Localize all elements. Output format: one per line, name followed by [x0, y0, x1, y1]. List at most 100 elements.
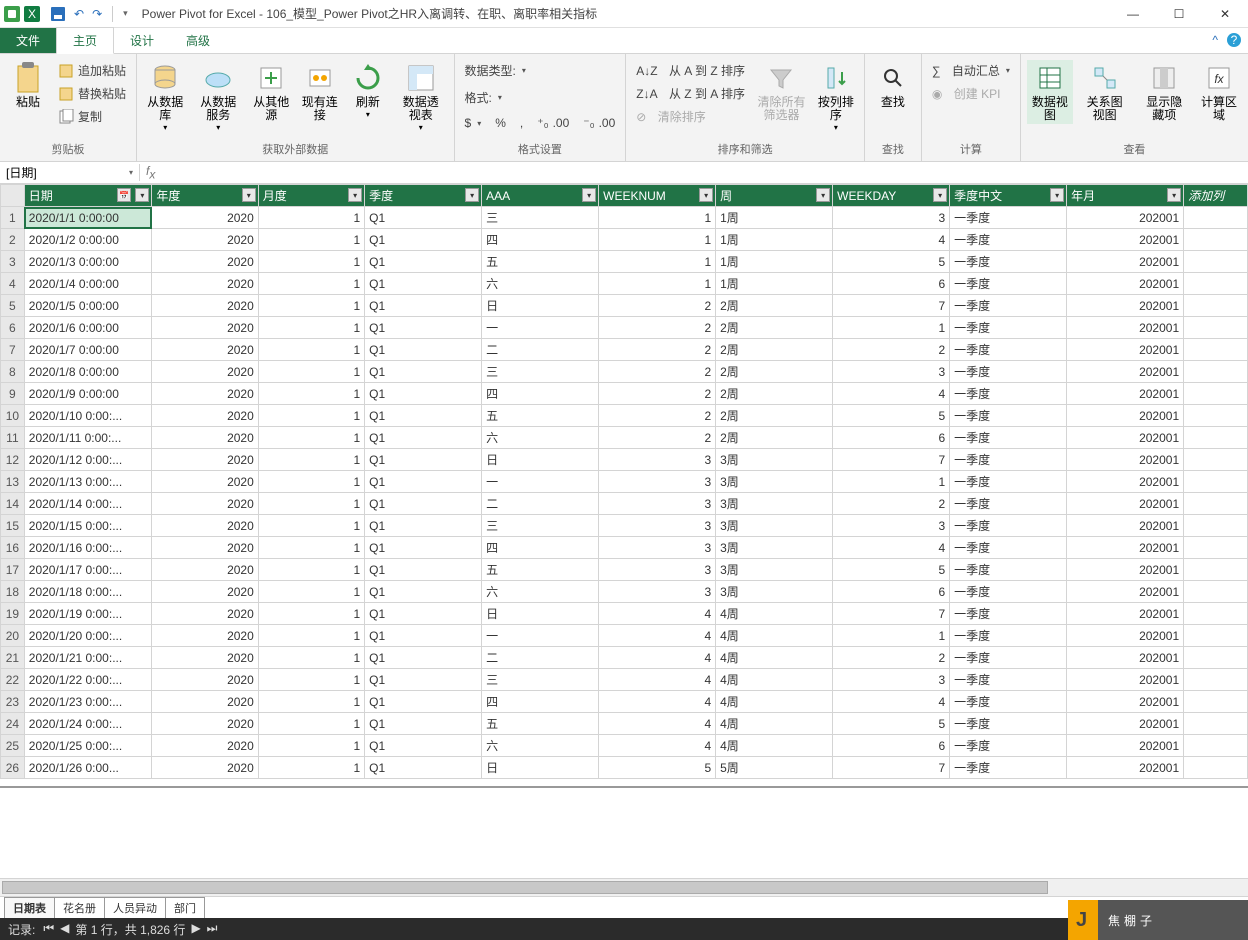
table-row[interactable]: 26 2020/1/26 0:00... 2020 1 Q1 日 5 5周 7 … — [1, 757, 1248, 779]
comma-button[interactable]: , — [516, 114, 527, 132]
row-header[interactable]: 6 — [1, 317, 25, 339]
table-row[interactable]: 8 2020/1/8 0:00:00 2020 1 Q1 三 2 2周 3 一季… — [1, 361, 1248, 383]
collapse-ribbon-icon[interactable]: ^ — [1212, 33, 1218, 47]
table-row[interactable]: 10 2020/1/10 0:00:... 2020 1 Q1 五 2 2周 5… — [1, 405, 1248, 427]
table-row[interactable]: 12 2020/1/12 0:00:... 2020 1 Q1 日 3 3周 7… — [1, 449, 1248, 471]
row-header[interactable]: 4 — [1, 273, 25, 295]
name-box[interactable]: [日期]▾ — [0, 164, 140, 181]
row-header[interactable]: 8 — [1, 361, 25, 383]
diagram-view-button[interactable]: 关系图视图 — [1077, 60, 1133, 124]
table-row[interactable]: 22 2020/1/22 0:00:... 2020 1 Q1 三 4 4周 3… — [1, 669, 1248, 691]
row-header[interactable]: 10 — [1, 405, 25, 427]
row-header[interactable]: 18 — [1, 581, 25, 603]
table-row[interactable]: 18 2020/1/18 0:00:... 2020 1 Q1 六 3 3周 6… — [1, 581, 1248, 603]
sheet-tab[interactable]: 花名册 — [54, 897, 105, 918]
undo-icon[interactable]: ↶ — [74, 7, 84, 21]
row-header[interactable]: 14 — [1, 493, 25, 515]
tab-design[interactable]: 设计 — [114, 28, 170, 53]
pivottable-button[interactable]: 数据透视表▾ — [394, 60, 448, 135]
sort-bycol-button[interactable]: 按列排序▾ — [814, 60, 858, 135]
row-header[interactable]: 12 — [1, 449, 25, 471]
column-header[interactable]: 周▾ — [716, 185, 833, 207]
sheet-tab[interactable]: 部门 — [165, 897, 205, 918]
table-row[interactable]: 14 2020/1/14 0:00:... 2020 1 Q1 二 3 3周 2… — [1, 493, 1248, 515]
select-all-corner[interactable] — [1, 185, 25, 207]
row-header[interactable]: 21 — [1, 647, 25, 669]
row-header[interactable]: 16 — [1, 537, 25, 559]
table-row[interactable]: 1 2020/1/1 0:00:00 2020 1 Q1 三 1 1周 3 一季… — [1, 207, 1248, 229]
column-header[interactable]: 年月▾ — [1067, 185, 1184, 207]
filter-dropdown-icon[interactable]: ▾ — [1050, 188, 1064, 202]
filter-dropdown-icon[interactable]: ▾ — [582, 188, 596, 202]
nav-next-icon[interactable]: ▶ — [191, 921, 200, 938]
row-header[interactable]: 23 — [1, 691, 25, 713]
table-row[interactable]: 7 2020/1/7 0:00:00 2020 1 Q1 二 2 2周 2 一季… — [1, 339, 1248, 361]
row-header[interactable]: 11 — [1, 427, 25, 449]
table-row[interactable]: 15 2020/1/15 0:00:... 2020 1 Q1 三 3 3周 3… — [1, 515, 1248, 537]
column-header[interactable]: 月度▾ — [258, 185, 364, 207]
filter-dropdown-icon[interactable]: ▾ — [465, 188, 479, 202]
table-row[interactable]: 23 2020/1/23 0:00:... 2020 1 Q1 四 4 4周 4… — [1, 691, 1248, 713]
clear-sort-button[interactable]: ⊘ 清除排序 — [632, 106, 749, 127]
row-header[interactable]: 17 — [1, 559, 25, 581]
row-header[interactable]: 1 — [1, 207, 25, 229]
table-row[interactable]: 3 2020/1/3 0:00:00 2020 1 Q1 五 1 1周 5 一季… — [1, 251, 1248, 273]
row-header[interactable]: 15 — [1, 515, 25, 537]
horizontal-scrollbar[interactable] — [0, 878, 1248, 896]
row-header[interactable]: 7 — [1, 339, 25, 361]
row-header[interactable]: 24 — [1, 713, 25, 735]
calc-area-button[interactable]: fx计算区域 — [1196, 60, 1242, 124]
filter-dropdown-icon[interactable]: ▾ — [699, 188, 713, 202]
row-header[interactable]: 5 — [1, 295, 25, 317]
filter-dropdown-icon[interactable]: ▾ — [933, 188, 947, 202]
save-icon[interactable] — [50, 6, 66, 22]
table-row[interactable]: 11 2020/1/11 0:00:... 2020 1 Q1 六 2 2周 6… — [1, 427, 1248, 449]
table-row[interactable]: 21 2020/1/21 0:00:... 2020 1 Q1 二 4 4周 2… — [1, 647, 1248, 669]
nav-last-icon[interactable]: ⏭ — [207, 921, 218, 938]
data-view-button[interactable]: 数据视图 — [1027, 60, 1073, 124]
help-icon[interactable]: ? — [1226, 32, 1242, 48]
sort-za-button[interactable]: Z↓A 从 Z 到 A 排序 — [632, 83, 749, 104]
format-dropdown[interactable]: 格式: — [461, 87, 620, 108]
row-header[interactable]: 13 — [1, 471, 25, 493]
find-button[interactable]: 查找 — [871, 60, 915, 111]
maximize-button[interactable]: ☐ — [1156, 0, 1202, 28]
table-row[interactable]: 17 2020/1/17 0:00:... 2020 1 Q1 五 3 3周 5… — [1, 559, 1248, 581]
copy-button[interactable]: 复制 — [54, 106, 130, 127]
paste-button[interactable]: 粘贴 — [6, 60, 50, 111]
nav-first-icon[interactable]: ⏮ — [43, 921, 54, 938]
tab-home[interactable]: 主页 — [56, 27, 114, 54]
table-row[interactable]: 20 2020/1/20 0:00:... 2020 1 Q1 一 4 4周 1… — [1, 625, 1248, 647]
qat-customize-icon[interactable]: ▾ — [123, 8, 128, 19]
filter-dropdown-icon[interactable]: ▾ — [242, 188, 256, 202]
paste-append-button[interactable]: 追加粘贴 — [54, 60, 130, 81]
refresh-button[interactable]: 刷新▾ — [346, 60, 390, 122]
tab-advanced[interactable]: 高级 — [170, 28, 226, 53]
sheet-tab[interactable]: 人员异动 — [104, 897, 166, 918]
create-kpi-button[interactable]: ◉ 创建 KPI — [928, 83, 1014, 104]
row-header[interactable]: 22 — [1, 669, 25, 691]
table-row[interactable]: 19 2020/1/19 0:00:... 2020 1 Q1 日 4 4周 7… — [1, 603, 1248, 625]
clear-filter-button[interactable]: 清除所有筛选器 — [753, 60, 810, 124]
autosum-button[interactable]: ∑ 自动汇总 — [928, 60, 1014, 81]
column-header[interactable]: AAA▾ — [482, 185, 599, 207]
data-grid[interactable]: 日期📅▾年度▾月度▾季度▾AAA▾WEEKNUM▾周▾WEEKDAY▾季度中文▾… — [0, 184, 1248, 786]
table-row[interactable]: 25 2020/1/25 0:00:... 2020 1 Q1 六 4 4周 6… — [1, 735, 1248, 757]
column-header[interactable]: WEEKDAY▾ — [833, 185, 950, 207]
table-row[interactable]: 5 2020/1/5 0:00:00 2020 1 Q1 日 2 2周 7 一季… — [1, 295, 1248, 317]
column-header[interactable]: 年度▾ — [152, 185, 258, 207]
table-row[interactable]: 2 2020/1/2 0:00:00 2020 1 Q1 四 1 1周 4 一季… — [1, 229, 1248, 251]
show-hidden-button[interactable]: 显示隐藏项 — [1136, 60, 1192, 124]
from-database-button[interactable]: 从数据库▾ — [143, 60, 187, 135]
sheet-tab[interactable]: 日期表 — [4, 897, 55, 918]
table-row[interactable]: 9 2020/1/9 0:00:00 2020 1 Q1 四 2 2周 4 一季… — [1, 383, 1248, 405]
currency-button[interactable]: $ — [461, 114, 486, 132]
table-row[interactable]: 24 2020/1/24 0:00:... 2020 1 Q1 五 4 4周 5… — [1, 713, 1248, 735]
date-table-icon[interactable]: 📅 — [117, 188, 131, 202]
row-header[interactable]: 19 — [1, 603, 25, 625]
table-row[interactable]: 4 2020/1/4 0:00:00 2020 1 Q1 六 1 1周 6 一季… — [1, 273, 1248, 295]
column-header[interactable]: 日期📅▾ — [24, 185, 152, 207]
tab-file[interactable]: 文件 — [0, 28, 56, 53]
add-column-header[interactable]: 添加列 — [1184, 185, 1248, 207]
sort-az-button[interactable]: A↓Z 从 A 到 Z 排序 — [632, 60, 749, 81]
